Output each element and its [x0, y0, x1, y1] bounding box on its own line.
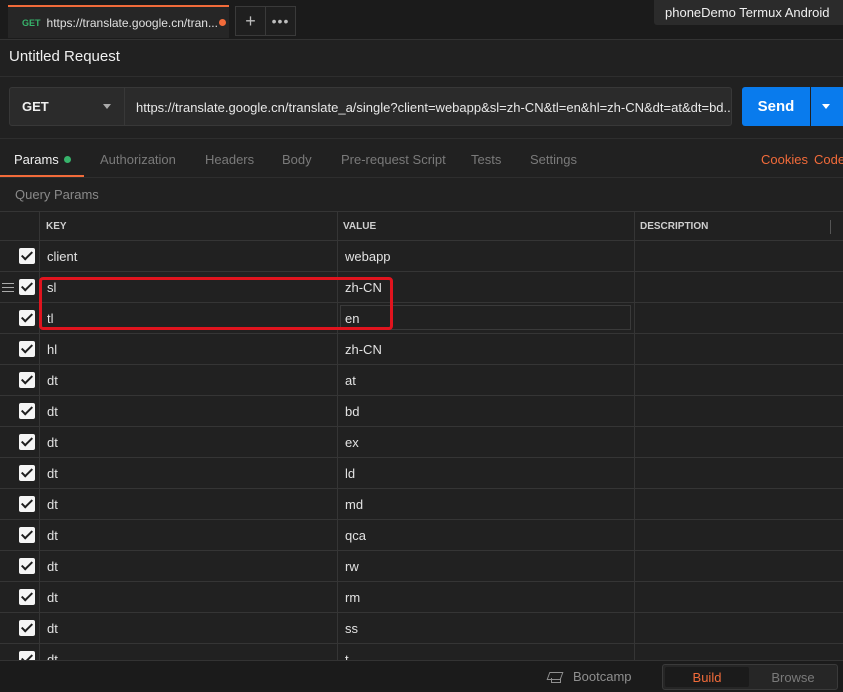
param-key[interactable]: dt	[47, 404, 58, 419]
browse-mode-button[interactable]: Browse	[751, 667, 835, 687]
row-checkbox[interactable]	[19, 465, 35, 481]
param-key[interactable]: dt	[47, 559, 58, 574]
divider	[0, 177, 843, 178]
table-row: hl zh-CN	[0, 334, 843, 365]
code-link[interactable]: Code	[814, 152, 843, 167]
row-checkbox[interactable]	[19, 403, 35, 419]
method-select[interactable]: GET	[9, 87, 125, 126]
tab-tests[interactable]: Tests	[471, 152, 501, 167]
param-value[interactable]: t	[345, 652, 349, 660]
param-key[interactable]: dt	[47, 435, 58, 450]
column-description: DESCRIPTION	[640, 221, 709, 232]
plus-icon: +	[245, 10, 256, 31]
row-checkbox[interactable]	[19, 372, 35, 388]
param-key[interactable]: dt	[47, 373, 58, 388]
table-row: dt md	[0, 489, 843, 520]
table-row: dt rw	[0, 551, 843, 582]
bootcamp-button[interactable]: Bootcamp	[547, 669, 632, 684]
param-value[interactable]: md	[345, 497, 363, 512]
row-checkbox[interactable]	[19, 527, 35, 543]
unsaved-dot-icon	[218, 19, 226, 26]
param-key[interactable]: dt	[47, 528, 58, 543]
param-value[interactable]: rm	[345, 590, 360, 605]
param-value[interactable]: at	[345, 373, 356, 388]
divider	[0, 76, 843, 77]
param-value[interactable]: ss	[345, 621, 358, 636]
tab-body[interactable]: Body	[282, 152, 312, 167]
bootcamp-label: Bootcamp	[573, 669, 632, 684]
status-bar: Bootcamp Build Browse	[0, 660, 843, 692]
query-params-heading: Query Params	[15, 187, 99, 202]
column-resize-handle[interactable]	[830, 220, 831, 234]
tab-url: https://translate.google.cn/tran...	[46, 15, 217, 30]
send-button[interactable]: Send	[742, 87, 810, 126]
tab-bar: GET https://translate.google.cn/tran... …	[0, 0, 843, 40]
param-value[interactable]: qca	[345, 528, 366, 543]
send-options-button[interactable]	[811, 87, 843, 126]
table-row: dt at	[0, 365, 843, 396]
graduation-cap-icon	[547, 672, 563, 683]
param-key[interactable]: client	[47, 249, 77, 264]
tab-method: GET	[22, 17, 41, 28]
request-tab[interactable]: GET https://translate.google.cn/tran...	[8, 5, 229, 38]
divider	[0, 138, 843, 139]
chevron-down-icon	[103, 104, 111, 109]
more-tabs-button[interactable]: •••	[265, 6, 296, 36]
tab-prerequest-script[interactable]: Pre-request Script	[341, 152, 446, 167]
row-checkbox[interactable]	[19, 341, 35, 357]
param-value[interactable]: zh-CN	[345, 342, 382, 357]
param-value[interactable]: bd	[345, 404, 359, 419]
environment-selector[interactable]: phoneDemo Termux Android	[654, 0, 843, 25]
mode-toggle: Build Browse	[662, 664, 838, 690]
table-header: KEY VALUE DESCRIPTION	[0, 211, 843, 241]
tab-params[interactable]: Params	[14, 152, 71, 167]
param-value[interactable]: rw	[345, 559, 359, 574]
param-value[interactable]: ex	[345, 435, 359, 450]
table-row: dt bd	[0, 396, 843, 427]
table-row: dt ex	[0, 427, 843, 458]
row-checkbox[interactable]	[19, 589, 35, 605]
table-row: dt qca	[0, 520, 843, 551]
tab-headers[interactable]: Headers	[205, 152, 254, 167]
table-row: dt ss	[0, 613, 843, 644]
tab-settings[interactable]: Settings	[530, 152, 577, 167]
param-value[interactable]: webapp	[345, 249, 391, 264]
param-key[interactable]: dt	[47, 590, 58, 605]
param-value[interactable]: ld	[345, 466, 355, 481]
row-checkbox[interactable]	[19, 496, 35, 512]
ellipsis-icon: •••	[271, 13, 290, 29]
table-row: dt rm	[0, 582, 843, 613]
row-checkbox[interactable]	[19, 248, 35, 264]
column-key: KEY	[46, 221, 67, 232]
table-row: dt t	[0, 644, 843, 660]
param-key[interactable]: dt	[47, 466, 58, 481]
build-mode-button[interactable]: Build	[665, 667, 749, 687]
drag-handle-icon[interactable]	[2, 283, 14, 292]
highlight-box	[39, 277, 393, 330]
param-key[interactable]: dt	[47, 497, 58, 512]
cookies-link[interactable]: Cookies	[761, 152, 808, 167]
row-checkbox[interactable]	[19, 651, 35, 660]
column-value: VALUE	[343, 221, 377, 232]
tab-params-label: Params	[14, 152, 59, 167]
active-dot-icon	[63, 156, 71, 163]
row-checkbox[interactable]	[19, 620, 35, 636]
param-key[interactable]: dt	[47, 652, 58, 660]
table-row: client webapp	[0, 241, 843, 272]
param-key[interactable]: dt	[47, 621, 58, 636]
new-tab-button[interactable]: +	[235, 6, 266, 36]
row-checkbox[interactable]	[19, 434, 35, 450]
url-input[interactable]: https://translate.google.cn/translate_a/…	[125, 87, 732, 126]
param-key[interactable]: hl	[47, 342, 57, 357]
request-title[interactable]: Untitled Request	[9, 48, 120, 65]
row-checkbox[interactable]	[19, 558, 35, 574]
row-checkbox[interactable]	[19, 279, 35, 295]
row-checkbox[interactable]	[19, 310, 35, 326]
table-row: dt ld	[0, 458, 843, 489]
tab-authorization[interactable]: Authorization	[100, 152, 176, 167]
method-value: GET	[22, 99, 49, 114]
